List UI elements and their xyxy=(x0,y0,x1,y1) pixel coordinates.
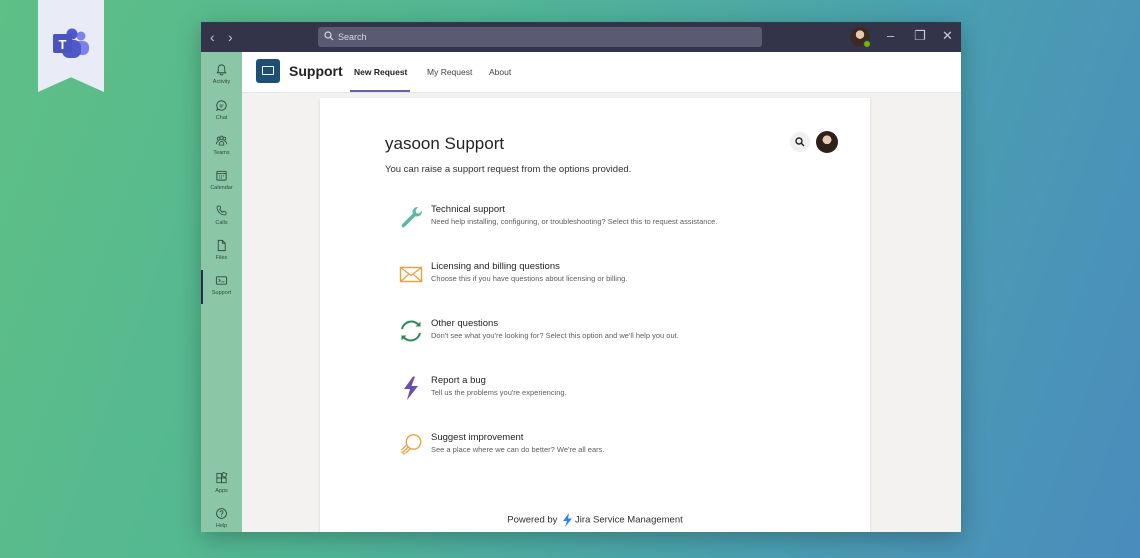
portal-search-button[interactable] xyxy=(790,132,810,152)
rail-item-apps[interactable]: Apps xyxy=(201,468,242,502)
rail-item-activity[interactable]: Activity xyxy=(201,59,242,93)
tab-new-request[interactable]: New Request xyxy=(354,67,407,77)
teams-window: ‹ › Search – ❐ ✕ Activity Chat Teams Cal… xyxy=(201,22,961,532)
rail-label: Chat xyxy=(215,115,228,121)
option-other-questions[interactable]: Other questions Don't see what you're lo… xyxy=(398,316,798,346)
option-title: Report a bug xyxy=(431,375,486,386)
option-description: Choose this if you have questions about … xyxy=(431,274,628,283)
presence-available-icon xyxy=(863,40,871,48)
rail-item-calendar[interactable]: Calendar xyxy=(201,165,242,199)
rail-item-chat[interactable]: Chat xyxy=(201,95,242,129)
bolt-icon xyxy=(404,376,418,400)
option-description: Tell us the problems you're experiencing… xyxy=(431,388,567,397)
apps-icon xyxy=(216,472,228,484)
option-title: Suggest improvement xyxy=(431,432,524,443)
option-report-bug[interactable]: Report a bug Tell us the problems you're… xyxy=(398,373,798,403)
portal-title: yasoon Support xyxy=(385,134,505,153)
chat-icon xyxy=(216,100,227,111)
active-tab-indicator xyxy=(350,90,410,92)
rail-label: Calls xyxy=(215,220,228,226)
wrench-icon xyxy=(401,206,423,228)
powered-by-label: Powered by xyxy=(507,514,558,526)
powered-by-footer: Powered by Jira Service Management xyxy=(320,513,870,527)
phone-icon xyxy=(216,205,227,216)
back-button[interactable]: ‹ xyxy=(210,29,215,45)
portal-user-avatar[interactable] xyxy=(816,131,838,153)
app-header: Support New Request My Request About xyxy=(242,52,961,93)
support-portal-card: yasoon Support You can raise a support r… xyxy=(320,98,870,532)
rail-label: Activity xyxy=(212,79,231,85)
portal-subtitle: You can raise a support request from the… xyxy=(385,164,632,175)
option-suggest-improvement[interactable]: Suggest improvement See a place where we… xyxy=(398,430,798,460)
file-icon xyxy=(217,239,226,252)
restore-button[interactable]: ❐ xyxy=(914,28,926,44)
rail-label: Calendar xyxy=(210,185,233,191)
search-icon xyxy=(795,137,805,147)
envelope-icon xyxy=(399,266,423,283)
support-icon xyxy=(215,276,228,285)
support-app-logo-icon xyxy=(256,59,280,83)
option-licensing-billing[interactable]: Licensing and billing questions Choose t… xyxy=(398,259,798,289)
jira-bolt-icon xyxy=(563,513,573,527)
tab-about[interactable]: About xyxy=(489,67,511,77)
rail-label: Support xyxy=(211,290,232,296)
minimize-button[interactable]: – xyxy=(887,28,894,44)
tab-my-request[interactable]: My Request xyxy=(427,67,472,77)
teams-icon xyxy=(215,135,228,146)
search-icon xyxy=(324,31,334,41)
forward-button[interactable]: › xyxy=(228,29,233,45)
jira-service-management-link[interactable]: Jira Service Management xyxy=(575,515,683,526)
rail-label: Help xyxy=(215,523,228,529)
option-description: See a place where we can do better? We'r… xyxy=(431,445,605,454)
search-placeholder: Search xyxy=(338,32,367,42)
app-rail: Activity Chat Teams Calendar Calls Files… xyxy=(201,52,242,532)
rail-item-support[interactable]: Support xyxy=(201,270,242,304)
rail-item-calls[interactable]: Calls xyxy=(201,200,242,234)
app-title: Support xyxy=(289,63,343,79)
option-technical-support[interactable]: Technical support Need help installing, … xyxy=(398,202,798,232)
teams-ribbon-badge: T xyxy=(38,0,104,92)
option-title: Licensing and billing questions xyxy=(431,261,560,272)
user-avatar[interactable] xyxy=(850,27,871,48)
rail-label: Apps xyxy=(215,488,228,494)
help-icon xyxy=(216,508,227,519)
calendar-icon xyxy=(216,170,227,181)
rail-item-help[interactable]: Help xyxy=(201,503,242,532)
option-title: Technical support xyxy=(431,204,505,215)
refresh-icon xyxy=(401,320,421,342)
rail-label: Files xyxy=(215,255,228,261)
option-description: Don't see what you're looking for? Selec… xyxy=(431,331,679,340)
rail-item-teams[interactable]: Teams xyxy=(201,130,242,164)
lightbulb-icon xyxy=(401,434,422,455)
rail-item-files[interactable]: Files xyxy=(201,235,242,269)
title-bar: ‹ › Search – ❐ ✕ xyxy=(201,22,961,52)
option-title: Other questions xyxy=(431,318,499,329)
teams-logo-icon: T xyxy=(53,28,89,58)
rail-label: Teams xyxy=(213,150,230,156)
option-description: Need help installing, configuring, or tr… xyxy=(431,217,718,226)
svg-text:T: T xyxy=(59,37,67,52)
search-input[interactable]: Search xyxy=(318,27,762,47)
close-button[interactable]: ✕ xyxy=(942,28,953,44)
bell-icon xyxy=(216,64,227,76)
